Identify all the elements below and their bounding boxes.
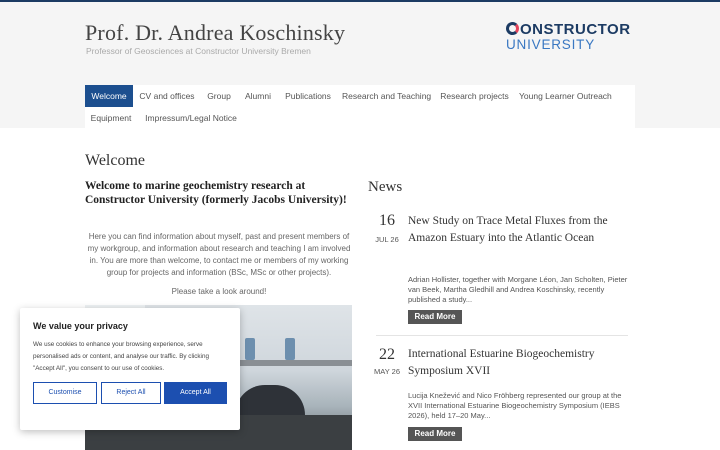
logo-line-1: ONSTRUCTOR <box>506 22 631 37</box>
nav-publications[interactable]: Publications <box>283 85 333 107</box>
intro-look-around: Please take a look around! <box>171 287 267 296</box>
site-header: Prof. Dr. Andrea Koschinsky Professor of… <box>0 2 720 129</box>
nav-cv-and-offices[interactable]: CV and offices <box>135 85 199 107</box>
photo-bottle <box>245 338 255 360</box>
news-title[interactable]: International Estuarine Biogeochemistry … <box>408 346 628 379</box>
photo-bottle <box>285 338 295 360</box>
intro-heading: Welcome to marine geochemistry research … <box>85 180 347 206</box>
news-day: 22 <box>379 346 395 363</box>
logo-line-2: UNIVERSITY <box>506 37 596 52</box>
news-day: 16 <box>379 212 395 229</box>
news-title[interactable]: New Study on Trace Metal Fluxes from the… <box>408 213 628 246</box>
cookie-text: We use cookies to enhance your browsing … <box>33 341 209 372</box>
news-item: 22 MAY 26 International Estuarine Biogeo… <box>368 346 628 446</box>
university-logo[interactable]: ONSTRUCTOR UNIVERSITY <box>506 22 631 52</box>
read-more-button[interactable]: Read More <box>408 310 462 324</box>
news-excerpt: Lucija Knežević and Nico Fröhberg repres… <box>408 391 622 420</box>
nav-impressum[interactable]: Impressum/Legal Notice <box>145 107 237 129</box>
news-item: 16 JUL 26 New Study on Trace Metal Fluxe… <box>368 212 628 332</box>
site-title[interactable]: Prof. Dr. Andrea Koschinsky <box>85 20 345 46</box>
cookie-title: We value your privacy <box>33 321 128 331</box>
nav-young-learner-outreach[interactable]: Young Learner Outreach <box>519 85 612 107</box>
news-month: MAY 26 <box>374 367 400 376</box>
nav-research-and-teaching[interactable]: Research and Teaching <box>342 85 431 107</box>
cookie-consent-banner: We value your privacy We use cookies to … <box>20 308 240 430</box>
nav-group[interactable]: Group <box>203 85 235 107</box>
intro-paragraph: Here you can find information about myse… <box>87 232 351 277</box>
logo-c-icon <box>506 22 519 35</box>
main-navigation: Welcome CV and offices Group Alumni Publ… <box>85 85 635 129</box>
news-month: JUL 26 <box>375 235 399 244</box>
news-heading: News <box>368 179 403 195</box>
cookie-customise-button[interactable]: Customise <box>33 382 97 404</box>
nav-welcome[interactable]: Welcome <box>85 85 133 107</box>
logo-wordmark: ONSTRUCTOR <box>520 21 631 38</box>
cookie-accept-button[interactable]: Accept All <box>164 382 227 404</box>
nav-research-projects[interactable]: Research projects <box>440 85 509 107</box>
site-subtitle: Professor of Geosciences at Constructor … <box>86 46 311 56</box>
page-title: Welcome <box>85 152 146 169</box>
cookie-reject-button[interactable]: Reject All <box>101 382 161 404</box>
read-more-button[interactable]: Read More <box>408 427 462 441</box>
nav-alumni[interactable]: Alumni <box>241 85 275 107</box>
nav-equipment[interactable]: Equipment <box>90 107 132 129</box>
news-excerpt: Adrian Hollister, together with Morgane … <box>408 275 628 304</box>
news-divider <box>376 335 628 336</box>
